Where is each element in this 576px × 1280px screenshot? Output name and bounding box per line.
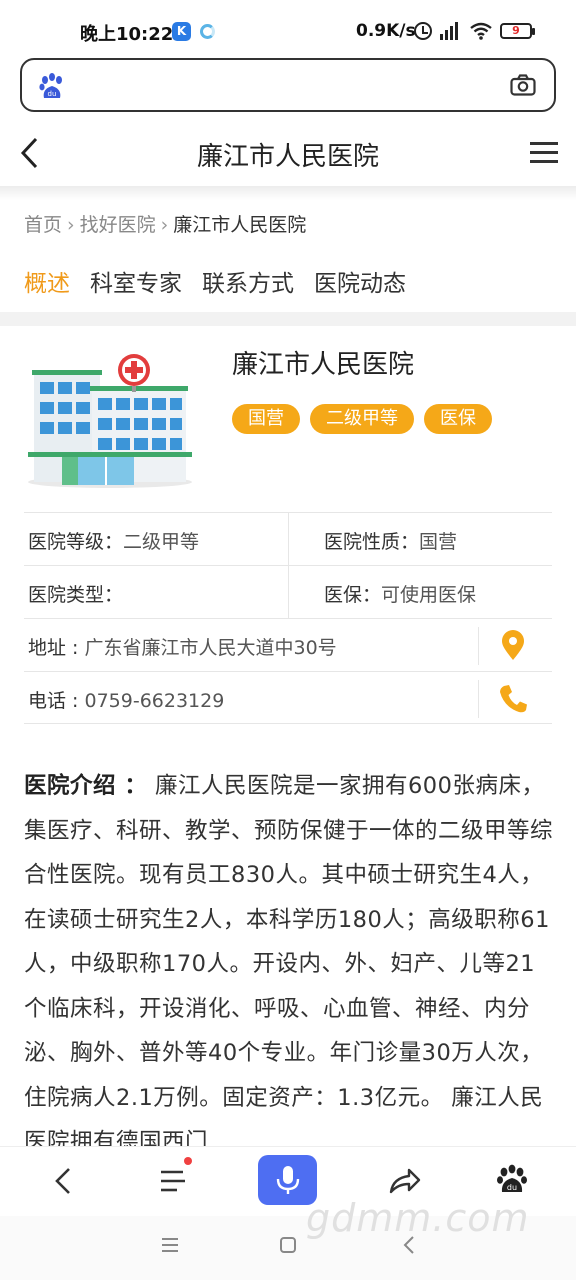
insurance-value: 可使用医保: [381, 584, 477, 606]
divider: [288, 513, 289, 566]
divider: [478, 627, 479, 665]
recent-apps-icon[interactable]: [160, 1236, 180, 1254]
phone-value: 0759-6623129: [84, 690, 225, 712]
breadcrumb-home[interactable]: 首页: [24, 214, 62, 236]
tag-insurance: 医保: [424, 404, 492, 434]
address-row[interactable]: 地址 : 广东省廉江市人民大道中30号: [24, 618, 552, 671]
grade-label: 医院等级：: [28, 531, 124, 553]
breadcrumb: 首页 › 找好医院 › 廉江市人民医院: [24, 210, 306, 237]
signal-icon: [440, 20, 462, 40]
chevron-right-icon: ›: [160, 214, 169, 236]
battery-icon: 9: [500, 23, 535, 39]
chevron-right-icon: ›: [67, 214, 75, 236]
tag-ownership: 国营: [232, 404, 300, 434]
type-label: 医院类型：: [28, 584, 124, 606]
section-tabs: 概述 科室专家 联系方式 医院动态: [24, 264, 426, 298]
svg-text:du: du: [507, 1183, 517, 1192]
type-cell: 医院类型：: [28, 580, 123, 607]
sync-icon: [200, 24, 215, 39]
section-divider: [0, 312, 576, 326]
nature-label: 医院性质：: [324, 531, 420, 553]
header-shadow: [0, 186, 576, 200]
tab-overview[interactable]: 概述: [24, 264, 70, 298]
info-row: 医院类型： 医保：可使用医保: [24, 565, 552, 619]
page-title: 廉江市人民医院: [196, 142, 379, 172]
info-row: 医院等级：二级甲等 医院性质：国营: [24, 512, 552, 566]
tab-contact[interactable]: 联系方式: [202, 264, 294, 298]
network-speed: 0.9K/s: [356, 21, 416, 41]
hamburger-menu-icon[interactable]: [530, 142, 558, 164]
hospital-intro: 医院介绍 ： 廉江人民医院是一家拥有600张病床，集医疗、科研、教学、预防保健于…: [24, 764, 554, 1165]
address-cell: 地址 : 广东省廉江市人民大道中30号: [28, 633, 337, 660]
phone-icon[interactable]: [498, 682, 528, 714]
page-header: 廉江市人民医院: [0, 120, 576, 186]
hospital-tags: 国营 二级甲等 医保: [232, 404, 502, 434]
location-pin-icon[interactable]: [498, 629, 528, 661]
grade-cell: 医院等级：二级甲等: [28, 527, 199, 554]
hospital-building-icon: [28, 354, 192, 488]
divider: [478, 680, 479, 718]
insurance-label: 医保：: [324, 584, 382, 606]
app-notification-icon: K: [172, 22, 191, 41]
home-icon[interactable]: [279, 1236, 297, 1254]
status-bar: 晚上10:22 K 0.9K/s 9: [0, 0, 576, 60]
microphone-icon: [276, 1166, 300, 1194]
watermark: gdmm.com: [306, 1196, 530, 1240]
search-bar[interactable]: du: [20, 58, 556, 112]
tag-grade: 二级甲等: [310, 404, 414, 434]
hospital-info-grid: 医院等级：二级甲等 医院性质：国营 医院类型： 医保：可使用医保 地址 : 广东…: [24, 512, 552, 724]
nature-value: 国营: [419, 531, 458, 553]
status-time: 晚上10:22: [80, 24, 174, 45]
breadcrumb-current: 廉江市人民医院: [173, 214, 307, 236]
baidu-paw-icon[interactable]: du: [38, 72, 66, 100]
chevron-left-icon[interactable]: [42, 1159, 86, 1203]
insurance-cell: 医保：可使用医保: [324, 580, 476, 607]
phone-cell: 电话 : 0759-6623129: [28, 686, 224, 713]
address-value: 广东省廉江市人民大道中30号: [84, 637, 337, 659]
hospital-name: 廉江市人民医院: [232, 350, 415, 380]
grade-value: 二级甲等: [123, 531, 200, 553]
alarm-icon: [414, 22, 432, 40]
intro-text: 廉江人民医院是一家拥有600张病床，集医疗、科研、教学、预防保健于一体的二级甲等…: [24, 773, 554, 1155]
tab-departments[interactable]: 科室专家: [90, 264, 182, 298]
svg-text:du: du: [48, 90, 57, 98]
list-icon[interactable]: [152, 1159, 196, 1203]
breadcrumb-hospitals[interactable]: 找好医院: [80, 214, 156, 236]
nature-cell: 医院性质：国营: [324, 527, 457, 554]
wifi-icon: [470, 22, 492, 40]
address-label: 地址 :: [28, 637, 85, 659]
camera-icon[interactable]: [510, 74, 536, 96]
divider: [288, 566, 289, 619]
intro-label: 医院介绍 ：: [24, 773, 148, 799]
phone-label: 电话 :: [28, 690, 85, 712]
phone-row[interactable]: 电话 : 0759-6623129: [24, 671, 552, 724]
tab-news[interactable]: 医院动态: [314, 264, 406, 298]
notification-dot: [184, 1157, 192, 1165]
